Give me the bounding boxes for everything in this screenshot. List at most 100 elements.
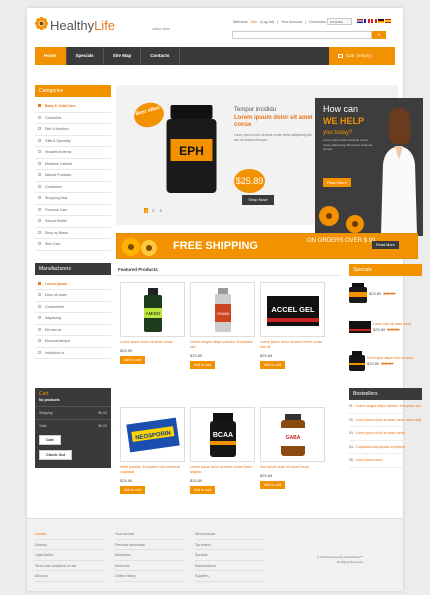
svg-text:GABA: GABA xyxy=(285,435,300,441)
product-name[interactable]: Dolore magna aliqua pariatur. Excepteur … xyxy=(190,340,255,350)
slider-desc: Lorem ipsum dolor sit amet conse ctetur … xyxy=(234,133,313,142)
manufacturer-item[interactable]: Consectetur xyxy=(35,302,111,313)
footer-link[interactable]: Specials xyxy=(195,550,265,561)
flag-icon[interactable] xyxy=(357,19,363,23)
special-price: $25.89 xyxy=(369,290,382,296)
footer-link[interactable]: Contact xyxy=(35,529,105,540)
special-item[interactable]: $25.89 $45.89 xyxy=(349,276,422,310)
category-item[interactable]: Household Items xyxy=(35,147,111,159)
bestseller-item[interactable]: 01. Dolore magna aliqua pariatur. Except… xyxy=(349,400,422,414)
footer-link[interactable]: About us xyxy=(35,571,105,582)
cart-status: (empty) xyxy=(356,53,372,58)
category-item[interactable]: Baby & Child Care xyxy=(35,101,111,113)
category-item[interactable]: Cosmetics xyxy=(35,113,111,124)
product-name[interactable]: Lorem ipsum dolor sit amet conse xyxy=(120,340,185,345)
bestseller-item[interactable]: 03. Lorem ipsum dolor sit amet conse xyxy=(349,427,422,441)
svg-text:VITAMIN: VITAMIN xyxy=(216,312,229,316)
search-input[interactable] xyxy=(232,31,372,39)
footer-link[interactable]: Discounts xyxy=(115,561,185,571)
nav-site-map[interactable]: Site Map xyxy=(104,47,142,65)
manufacturer-item[interactable]: Eiusmod tempor xyxy=(35,336,111,348)
help-line1: How can xyxy=(323,104,359,114)
categories-title: Categories xyxy=(35,85,111,97)
footer-link[interactable]: Orders history xyxy=(115,571,185,582)
product-image[interactable]: AMINO xyxy=(120,282,185,337)
bullet-icon xyxy=(38,150,41,153)
bestseller-item[interactable]: 05. Lorem ipsum dolor xyxy=(349,454,422,468)
footer-link[interactable]: Manufacturers xyxy=(195,561,265,571)
category-item[interactable]: Medicine Cabinet xyxy=(35,159,111,170)
help-read-more-button[interactable]: Read More xyxy=(323,178,351,187)
product-image[interactable]: ACCEL GEL xyxy=(260,282,325,337)
featured-products: Featured Products AMINO Lorem ipsum dolo… xyxy=(116,264,340,527)
cart-button[interactable]: Cart xyxy=(39,435,61,445)
welcome-text: Welcome xyxy=(233,20,248,24)
manufacturer-item[interactable]: Incididunt ut xyxy=(35,348,111,359)
tagline: online store xyxy=(152,27,171,31)
product-name[interactable]: Lorem ipsum dolor sit amet conse ctetur … xyxy=(190,465,255,475)
product-image[interactable]: BCAA xyxy=(190,407,255,462)
product-name[interactable]: Sed dolum dolor sit amet conse xyxy=(260,465,325,470)
product-image[interactable]: GABA xyxy=(260,407,325,462)
manufacturer-item[interactable]: Elit sed do xyxy=(35,325,111,336)
nav-specials[interactable]: Specials xyxy=(67,47,104,65)
product-image[interactable]: VITAMIN xyxy=(190,282,255,337)
special-item[interactable]: Lorem dolor sit amet conse $25.89 $45.89 xyxy=(349,310,422,344)
category-item[interactable]: Containers xyxy=(35,182,111,193)
cart-link[interactable]: Cart (empty) xyxy=(329,47,395,65)
manufacturer-item[interactable]: Dolor sit amet xyxy=(35,290,111,302)
logo[interactable]: HealthyLife xyxy=(50,18,115,33)
logo-part1: Healthy xyxy=(50,18,95,33)
category-item[interactable]: Shopping Aids xyxy=(35,193,111,205)
category-item[interactable]: Sexual Health xyxy=(35,216,111,228)
add-to-cart-button[interactable]: Add to cart xyxy=(120,355,145,364)
flag-icon[interactable] xyxy=(371,19,377,23)
footer-link[interactable]: Addresses xyxy=(115,550,185,561)
slider-page-1[interactable]: 1 xyxy=(144,208,149,213)
nav-contacts[interactable]: Contacts xyxy=(141,47,180,65)
category-item[interactable]: Personal Care xyxy=(35,205,111,216)
slider-page-2[interactable]: 2 xyxy=(151,208,155,213)
bestseller-item[interactable]: 04. Cupidatat nulla pariatur excepteur xyxy=(349,441,422,454)
help-banner[interactable]: How can WE HELP you today? Lorem ipsum do… xyxy=(315,98,423,236)
footer-link[interactable]: Legal Notice xyxy=(35,550,105,561)
footer-link[interactable]: Delivery xyxy=(35,540,105,550)
shop-now-button[interactable]: Shop Now! xyxy=(242,195,274,205)
add-to-cart-button[interactable]: Add to cart xyxy=(190,360,215,369)
flag-icon[interactable] xyxy=(385,19,391,23)
footer-link[interactable]: Terms and conditions of use xyxy=(35,561,105,571)
product-image[interactable]: NEOSPORIN xyxy=(120,407,185,462)
add-to-cart-button[interactable]: Add to cart xyxy=(120,485,145,494)
category-item[interactable]: Natural Products xyxy=(35,170,111,182)
flag-icon[interactable] xyxy=(364,19,370,23)
special-item[interactable]: Sed magna aliqua dolor sit amet $25.89 $45… xyxy=(349,344,422,378)
category-item[interactable]: Shop by Brand xyxy=(35,228,111,239)
free-shipping-banner[interactable]: FREE SHIPPING ON ORDERS OVER $ 99 Read M… xyxy=(116,233,418,259)
currency-select[interactable]: US Dollar xyxy=(327,18,352,25)
category-item[interactable]: Skin Care xyxy=(35,239,111,251)
your-account-link[interactable]: Your Account xyxy=(281,20,302,24)
nav-home[interactable]: Home xyxy=(35,47,67,65)
category-item[interactable]: Diet & Nutrition xyxy=(35,124,111,136)
search-button[interactable]: ⌕ xyxy=(372,31,386,39)
add-to-cart-button[interactable]: Add to cart xyxy=(260,480,285,489)
logout-link[interactable]: (Log out) xyxy=(260,20,274,24)
manufacturer-item[interactable]: Adipiscing xyxy=(35,313,111,325)
product-name[interactable]: Nulla pariatur. Excepteur sint occaecat … xyxy=(120,465,185,475)
product-name[interactable]: Lorem ipsum dolor sit amet lorem conse e… xyxy=(260,340,325,350)
flag-icon[interactable] xyxy=(378,19,384,23)
category-item[interactable]: Gifts & Specialty xyxy=(35,136,111,147)
footer-link[interactable]: Suppliers xyxy=(195,571,265,582)
footer-link[interactable]: Your Account xyxy=(115,529,185,540)
checkout-button[interactable]: Check Out xyxy=(39,450,72,460)
manufacturer-item[interactable]: Lorem ipsum xyxy=(35,279,111,290)
footer-link[interactable]: New products xyxy=(195,529,265,540)
footer-link[interactable]: Personal information xyxy=(115,540,185,550)
add-to-cart-button[interactable]: Add to cart xyxy=(190,485,215,494)
add-to-cart-button[interactable]: Add to cart xyxy=(260,360,285,369)
bestseller-item[interactable]: 02. Lorem ipsum dolor sit amet conse cte… xyxy=(349,414,422,427)
bullet-icon xyxy=(38,207,41,211)
footer-link[interactable]: Top sellers xyxy=(195,540,265,550)
slider-page-3[interactable]: 3 xyxy=(158,208,162,213)
shipping-read-more-button[interactable]: Read More xyxy=(372,241,399,249)
